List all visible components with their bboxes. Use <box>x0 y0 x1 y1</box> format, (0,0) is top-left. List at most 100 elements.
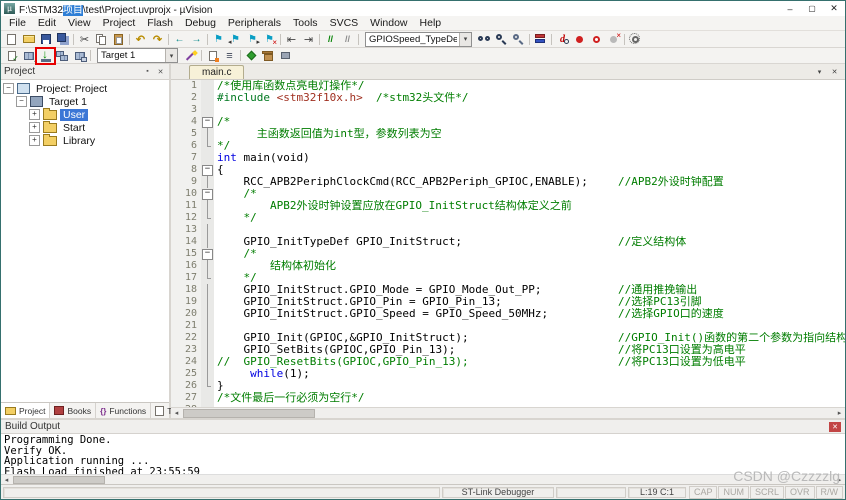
tree-item-library[interactable]: +Library <box>1 134 169 147</box>
copy-icon[interactable] <box>93 32 110 46</box>
line-number[interactable]: 14 <box>171 236 201 248</box>
scroll-left-icon[interactable] <box>1 476 12 484</box>
close-button[interactable] <box>823 1 845 16</box>
code-text[interactable]: { <box>214 164 845 176</box>
code-line-20[interactable]: 20 GPIO_InitStruct.GPIO_Speed = GPIO_Spe… <box>171 308 845 320</box>
line-number[interactable]: 10 <box>171 188 201 200</box>
indent-icon[interactable] <box>300 32 317 46</box>
code-line-14[interactable]: 14 GPIO_InitTypeDef GPIO_InitStruct;//定义… <box>171 236 845 248</box>
select-debug-icon[interactable] <box>277 49 294 63</box>
chevron-down-icon[interactable] <box>165 49 177 62</box>
code-line-11[interactable]: 11 APB2外设时钟设置应放在GPIO_InitStruct结构体定义之前 <box>171 200 845 212</box>
line-number[interactable]: 7 <box>171 152 201 164</box>
books-icon[interactable] <box>532 32 549 46</box>
code-line-27[interactable]: 27/*文件最后一行必须为空行*/ <box>171 392 845 404</box>
save-icon[interactable] <box>37 32 54 46</box>
code-text[interactable]: while(1); <box>214 368 845 380</box>
code-text[interactable]: int main(void) <box>214 152 845 164</box>
open-folder-icon[interactable] <box>20 32 37 46</box>
editor-hscrollbar[interactable] <box>171 407 845 418</box>
code-text[interactable]: /* <box>214 116 845 128</box>
line-number[interactable]: 17 <box>171 272 201 284</box>
tree-item-user[interactable]: +User <box>1 108 169 121</box>
line-number[interactable]: 11 <box>171 200 201 212</box>
bookmark-next-icon[interactable] <box>244 32 261 46</box>
code-text[interactable]: 主函数返回值为int型，参数列表为空 <box>214 128 845 140</box>
menu-flash[interactable]: Flash <box>141 17 179 29</box>
menu-view[interactable]: View <box>62 17 97 29</box>
menu-peripherals[interactable]: Peripherals <box>222 17 287 29</box>
code-text[interactable]: GPIO_Init(GPIOC,&GPIO_InitStruct);//GPIO… <box>214 332 845 344</box>
expand-icon[interactable]: + <box>29 122 40 133</box>
configure-icon[interactable] <box>627 32 644 46</box>
code-line-10[interactable]: 10 /* <box>171 188 845 200</box>
line-number[interactable]: 25 <box>171 368 201 380</box>
chevron-down-icon[interactable] <box>459 33 471 46</box>
scroll-left-icon[interactable] <box>171 409 182 417</box>
scrollbar-thumb[interactable] <box>13 476 105 484</box>
code-text[interactable]: /*文件最后一行必须为空行*/ <box>214 392 845 404</box>
code-line-17[interactable]: 17 */ <box>171 272 845 284</box>
build-output-hscrollbar[interactable] <box>1 474 845 484</box>
tree-item-project-project[interactable]: −Project: Project <box>1 82 169 95</box>
menu-edit[interactable]: Edit <box>32 17 62 29</box>
code-text[interactable]: /* <box>214 248 845 260</box>
undo-icon[interactable] <box>132 32 149 46</box>
code-text[interactable]: GPIO_InitStruct.GPIO_Pin = GPIO_Pin_13;/… <box>214 296 845 308</box>
scrollbar-thumb[interactable] <box>183 409 315 418</box>
code-text[interactable]: APB2外设时钟设置应放在GPIO_InitStruct结构体定义之前 <box>214 200 845 212</box>
fold-collapse-icon[interactable] <box>202 165 213 176</box>
code-text[interactable]: GPIO_InitStruct.GPIO_Speed = GPIO_Speed_… <box>214 308 845 320</box>
scroll-right-icon[interactable] <box>834 409 845 417</box>
menu-svcs[interactable]: SVCS <box>324 17 365 29</box>
project-items-icon[interactable] <box>221 49 238 63</box>
maximize-button[interactable] <box>801 1 823 16</box>
code-line-24[interactable]: 24 // GPIO_ResetBits(GPIOC,GPIO_Pin_13);/… <box>171 356 845 368</box>
code-line-26[interactable]: 26} <box>171 380 845 392</box>
code-text[interactable]: GPIO_InitStruct.GPIO_Mode = GPIO_Mode_Ou… <box>214 284 845 296</box>
line-number[interactable]: 9 <box>171 176 201 188</box>
code-line-21[interactable]: 21 <box>171 320 845 332</box>
code-text[interactable]: 结构体初始化 <box>214 260 845 272</box>
line-number[interactable]: 26 <box>171 380 201 392</box>
tab-list-icon[interactable] <box>814 66 825 77</box>
find-icon[interactable] <box>493 32 510 46</box>
line-number[interactable]: 20 <box>171 308 201 320</box>
line-number[interactable]: 24 <box>171 356 201 368</box>
options-target-icon[interactable] <box>182 49 199 63</box>
cut-icon[interactable] <box>76 32 93 46</box>
dock-tab-functions[interactable]: Functions <box>96 403 151 418</box>
menu-project[interactable]: Project <box>97 17 142 29</box>
code-line-16[interactable]: 16 结构体初始化 <box>171 260 845 272</box>
line-number[interactable]: 1 <box>171 80 201 92</box>
code-line-3[interactable]: 3 <box>171 104 845 116</box>
breakpoint-toggle-icon[interactable] <box>571 32 588 46</box>
line-number[interactable]: 12 <box>171 212 201 224</box>
code-line-13[interactable]: 13 <box>171 224 845 236</box>
code-text[interactable]: // GPIO_ResetBits(GPIOC,GPIO_Pin_13);//将… <box>214 356 845 368</box>
code-line-25[interactable]: 25 while(1); <box>171 368 845 380</box>
code-line-7[interactable]: 7 int main(void) <box>171 152 845 164</box>
menu-tools[interactable]: Tools <box>287 17 324 29</box>
code-line-23[interactable]: 23 GPIO_SetBits(GPIOC,GPIO_Pin_13);//将PC… <box>171 344 845 356</box>
bookmark-prev-icon[interactable] <box>227 32 244 46</box>
tree-item-start[interactable]: +Start <box>1 121 169 134</box>
code-text[interactable] <box>214 320 845 332</box>
download-icon[interactable] <box>37 49 54 63</box>
code-line-18[interactable]: 18 GPIO_InitStruct.GPIO_Mode = GPIO_Mode… <box>171 284 845 296</box>
line-number[interactable]: 13 <box>171 224 201 236</box>
code-line-4[interactable]: 4/* <box>171 116 845 128</box>
code-line-19[interactable]: 19 GPIO_InitStruct.GPIO_Pin = GPIO_Pin_1… <box>171 296 845 308</box>
save-all-icon[interactable] <box>54 32 71 46</box>
nav-back-icon[interactable] <box>171 32 188 46</box>
minimize-button[interactable] <box>779 1 801 16</box>
debug-session-icon[interactable] <box>554 32 571 46</box>
pack-installer-icon[interactable] <box>260 49 277 63</box>
line-number[interactable]: 16 <box>171 260 201 272</box>
bookmark-toggle-icon[interactable] <box>210 32 227 46</box>
menu-help[interactable]: Help <box>414 17 448 29</box>
nav-forward-icon[interactable] <box>188 32 205 46</box>
line-number[interactable]: 18 <box>171 284 201 296</box>
paste-icon[interactable] <box>110 32 127 46</box>
pin-icon[interactable] <box>142 66 153 77</box>
